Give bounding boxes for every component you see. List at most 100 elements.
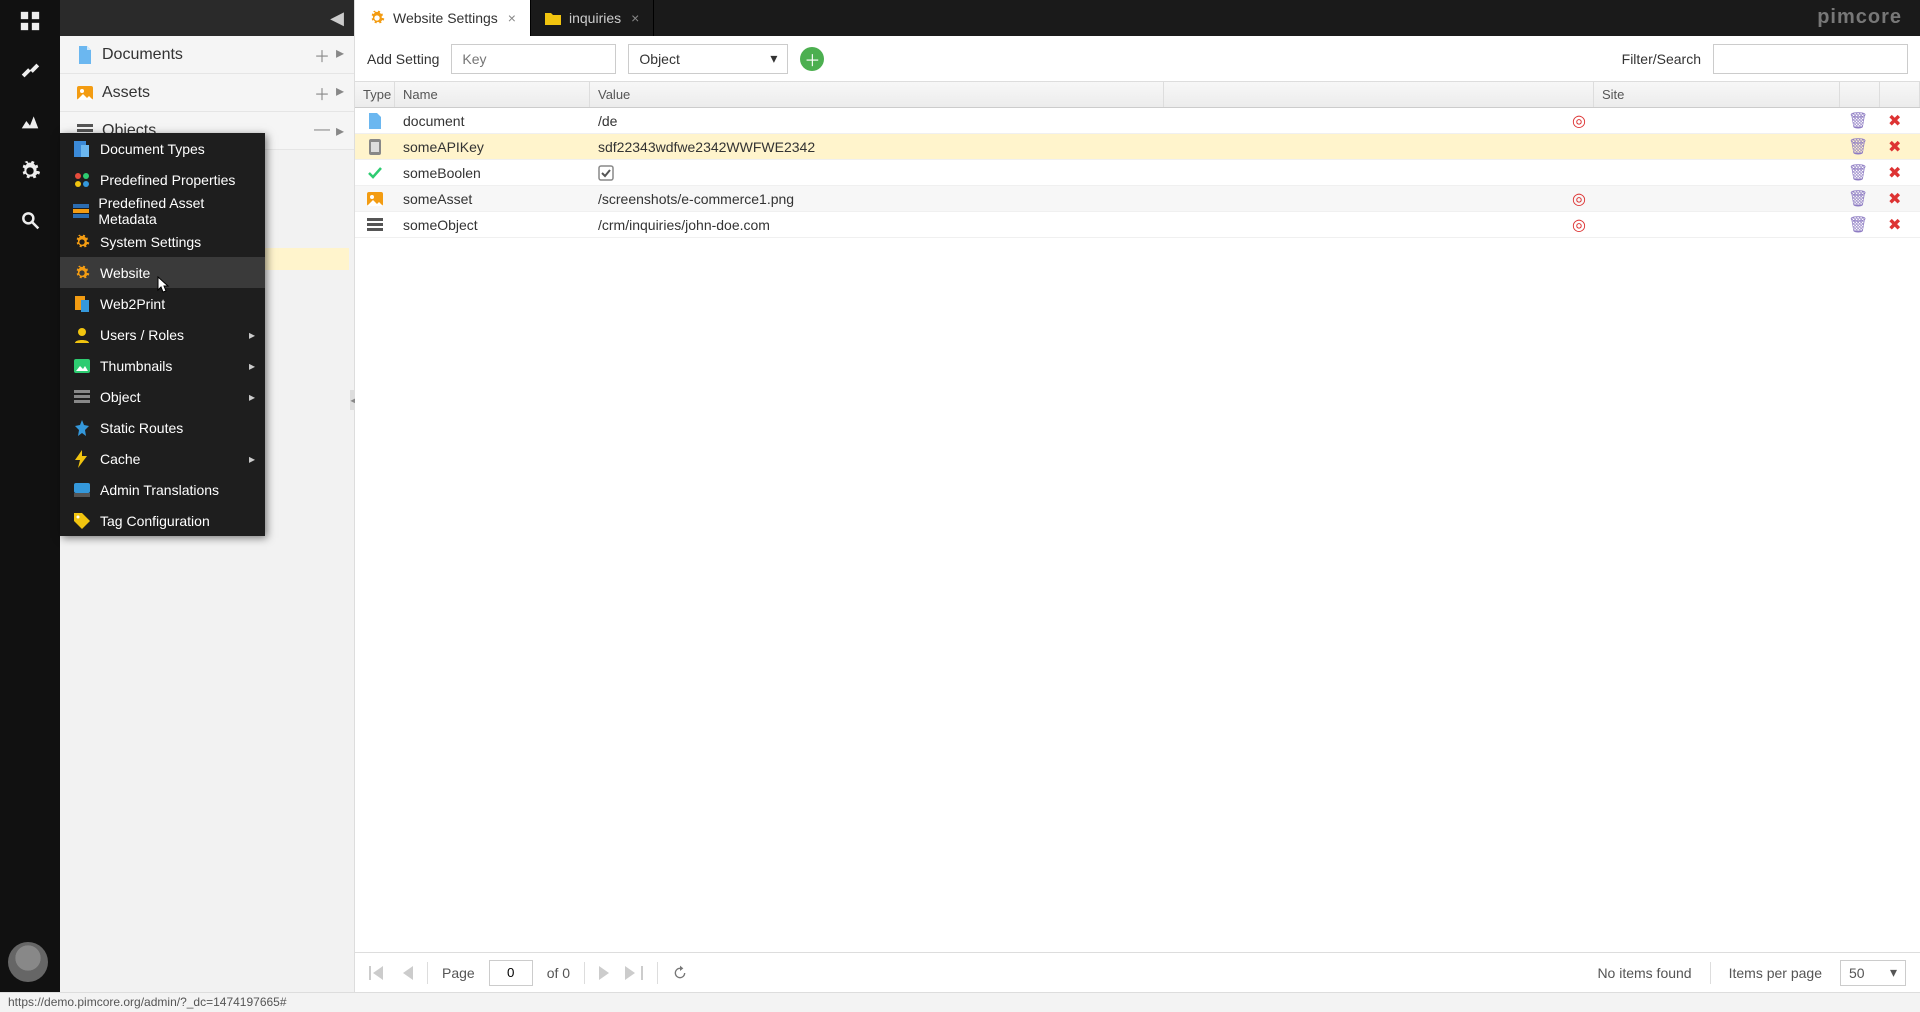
column-header-site[interactable]: Site xyxy=(1594,82,1840,107)
predefined-properties-icon xyxy=(72,172,92,188)
search-icon[interactable] xyxy=(20,210,40,230)
add-setting-button[interactable]: ＋ xyxy=(800,47,824,71)
menu-predefined-asset-metadata[interactable]: Predefined Asset Metadata xyxy=(60,195,265,226)
menu-admin-translations[interactable]: Admin Translations xyxy=(60,474,265,505)
delete-icon[interactable]: ✖ xyxy=(1888,111,1901,131)
chevron-down-icon: ▾ xyxy=(1890,964,1897,981)
add-icon[interactable]: ＋ xyxy=(314,43,330,67)
tree-selected-row xyxy=(265,248,349,270)
trash-icon[interactable]: 🗑 xyxy=(1848,215,1868,235)
menu-label: Predefined Properties xyxy=(100,172,235,188)
close-icon[interactable]: × xyxy=(631,10,639,26)
status-bar: https://demo.pimcore.org/admin/?_dc=1474… xyxy=(0,992,1920,1012)
add-icon[interactable]: ＋ xyxy=(314,81,330,105)
cache-icon xyxy=(72,450,92,468)
last-page-button[interactable] xyxy=(625,966,643,980)
target-icon[interactable]: ◎ xyxy=(1572,189,1586,209)
gear-icon xyxy=(369,10,385,26)
filter-label: Filter/Search xyxy=(1622,51,1701,67)
delete-icon[interactable]: ✖ xyxy=(1888,137,1901,157)
key-input[interactable] xyxy=(451,44,616,74)
page-input[interactable] xyxy=(489,960,533,986)
table-row[interactable]: document /de ◎ 🗑 ✖ xyxy=(355,108,1920,134)
table-row[interactable]: someBoolen 🗑 ✖ xyxy=(355,160,1920,186)
type-select[interactable]: Object ▾ xyxy=(628,44,788,74)
filter-input[interactable] xyxy=(1713,44,1908,74)
trash-icon[interactable]: 🗑 xyxy=(1848,137,1868,157)
column-header-value[interactable]: Value xyxy=(590,82,1164,107)
menu-static-routes[interactable]: Static Routes xyxy=(60,412,265,443)
menu-predefined-properties[interactable]: Predefined Properties xyxy=(60,164,265,195)
document-icon xyxy=(74,46,96,64)
reports-icon[interactable] xyxy=(19,110,41,132)
toolbar: Add Setting Object ▾ ＋ Filter/Search xyxy=(355,36,1920,82)
sidebar-section-documents[interactable]: Documents ＋ ▸ xyxy=(60,36,354,74)
web2print-icon xyxy=(72,296,92,312)
asset-icon xyxy=(74,86,96,100)
row-type-icon xyxy=(355,192,395,206)
expand-icon[interactable]: ▸ xyxy=(336,43,344,67)
trash-icon[interactable]: 🗑 xyxy=(1848,163,1868,183)
chevron-right-icon: ▸ xyxy=(249,452,255,466)
menu-document-types[interactable]: Document Types xyxy=(60,133,265,164)
table-row[interactable]: someObject /crm/inquiries/john-doe.com ◎… xyxy=(355,212,1920,238)
close-icon[interactable]: × xyxy=(508,10,516,26)
menu-label: Thumbnails xyxy=(100,358,172,374)
apps-icon[interactable] xyxy=(19,10,41,32)
menu-tag-configuration[interactable]: Tag Configuration xyxy=(60,505,265,536)
menu-label: Web2Print xyxy=(100,296,165,312)
delete-icon[interactable]: ✖ xyxy=(1888,189,1901,209)
delete-icon[interactable]: ✖ xyxy=(1888,215,1901,235)
menu-website[interactable]: Website xyxy=(60,257,265,288)
row-name: someObject xyxy=(395,217,590,233)
tab-inquiries[interactable]: inquiries × xyxy=(531,0,654,36)
next-page-button[interactable] xyxy=(599,966,611,980)
table-row[interactable]: someAPIKey sdf22343wdfwe2342WWFWE2342 🗑 … xyxy=(355,134,1920,160)
type-select-value: Object xyxy=(639,51,679,67)
refresh-button[interactable] xyxy=(672,965,688,981)
menu-users-roles[interactable]: Users / Roles ▸ xyxy=(60,319,265,350)
chevron-right-icon: ▸ xyxy=(249,328,255,342)
menu-cache[interactable]: Cache ▸ xyxy=(60,443,265,474)
column-header-trash xyxy=(1840,82,1880,107)
trash-icon[interactable]: 🗑 xyxy=(1848,189,1868,209)
settings-icon[interactable] xyxy=(19,160,41,182)
first-page-button[interactable] xyxy=(369,966,387,980)
table-row[interactable]: someAsset /screenshots/e-commerce1.png ◎… xyxy=(355,186,1920,212)
menu-web2print[interactable]: Web2Print xyxy=(60,288,265,319)
items-per-page-label: Items per page xyxy=(1729,965,1822,981)
items-per-page-select[interactable]: 50 ▾ xyxy=(1840,960,1906,986)
brand-logo: pimcore xyxy=(1817,6,1902,29)
admin-translations-icon xyxy=(72,483,92,497)
object-menu-icon xyxy=(72,390,92,404)
prev-page-button[interactable] xyxy=(401,966,413,980)
menu-label: Tag Configuration xyxy=(100,513,210,529)
menu-object[interactable]: Object ▸ xyxy=(60,381,265,412)
row-type-icon xyxy=(355,166,395,180)
row-value: sdf22343wdfwe2342WWFWE2342 xyxy=(590,139,1164,155)
menu-thumbnails[interactable]: Thumbnails ▸ xyxy=(60,350,265,381)
column-header-delete xyxy=(1880,82,1920,107)
menu-label: Website xyxy=(100,265,150,281)
target-icon[interactable]: ◎ xyxy=(1572,215,1586,235)
page-of-label: of 0 xyxy=(547,965,570,981)
collapse-icon[interactable]: — xyxy=(314,121,330,141)
menu-label: Predefined Asset Metadata xyxy=(98,195,253,227)
users-roles-icon xyxy=(72,327,92,343)
menu-system-settings[interactable]: System Settings xyxy=(60,226,265,257)
expand-icon[interactable]: ▸ xyxy=(336,81,344,105)
sidebar-section-assets[interactable]: Assets ＋ ▸ xyxy=(60,74,354,112)
tab-website-settings[interactable]: Website Settings × xyxy=(355,0,531,36)
sidebar-collapse-bar[interactable]: ◀ xyxy=(60,0,354,36)
column-header-name[interactable]: Name xyxy=(395,82,590,107)
target-icon[interactable]: ◎ xyxy=(1572,111,1586,131)
user-avatar[interactable] xyxy=(8,942,48,982)
column-header-type[interactable]: Type xyxy=(355,82,395,107)
delete-icon[interactable]: ✖ xyxy=(1888,163,1901,183)
tools-icon[interactable] xyxy=(19,60,41,82)
row-value-checkbox[interactable] xyxy=(590,165,1164,181)
trash-icon[interactable]: 🗑 xyxy=(1848,111,1868,131)
expand-icon[interactable]: ▸ xyxy=(336,121,344,141)
thumbnails-icon xyxy=(72,359,92,373)
tab-label: Website Settings xyxy=(393,10,498,26)
